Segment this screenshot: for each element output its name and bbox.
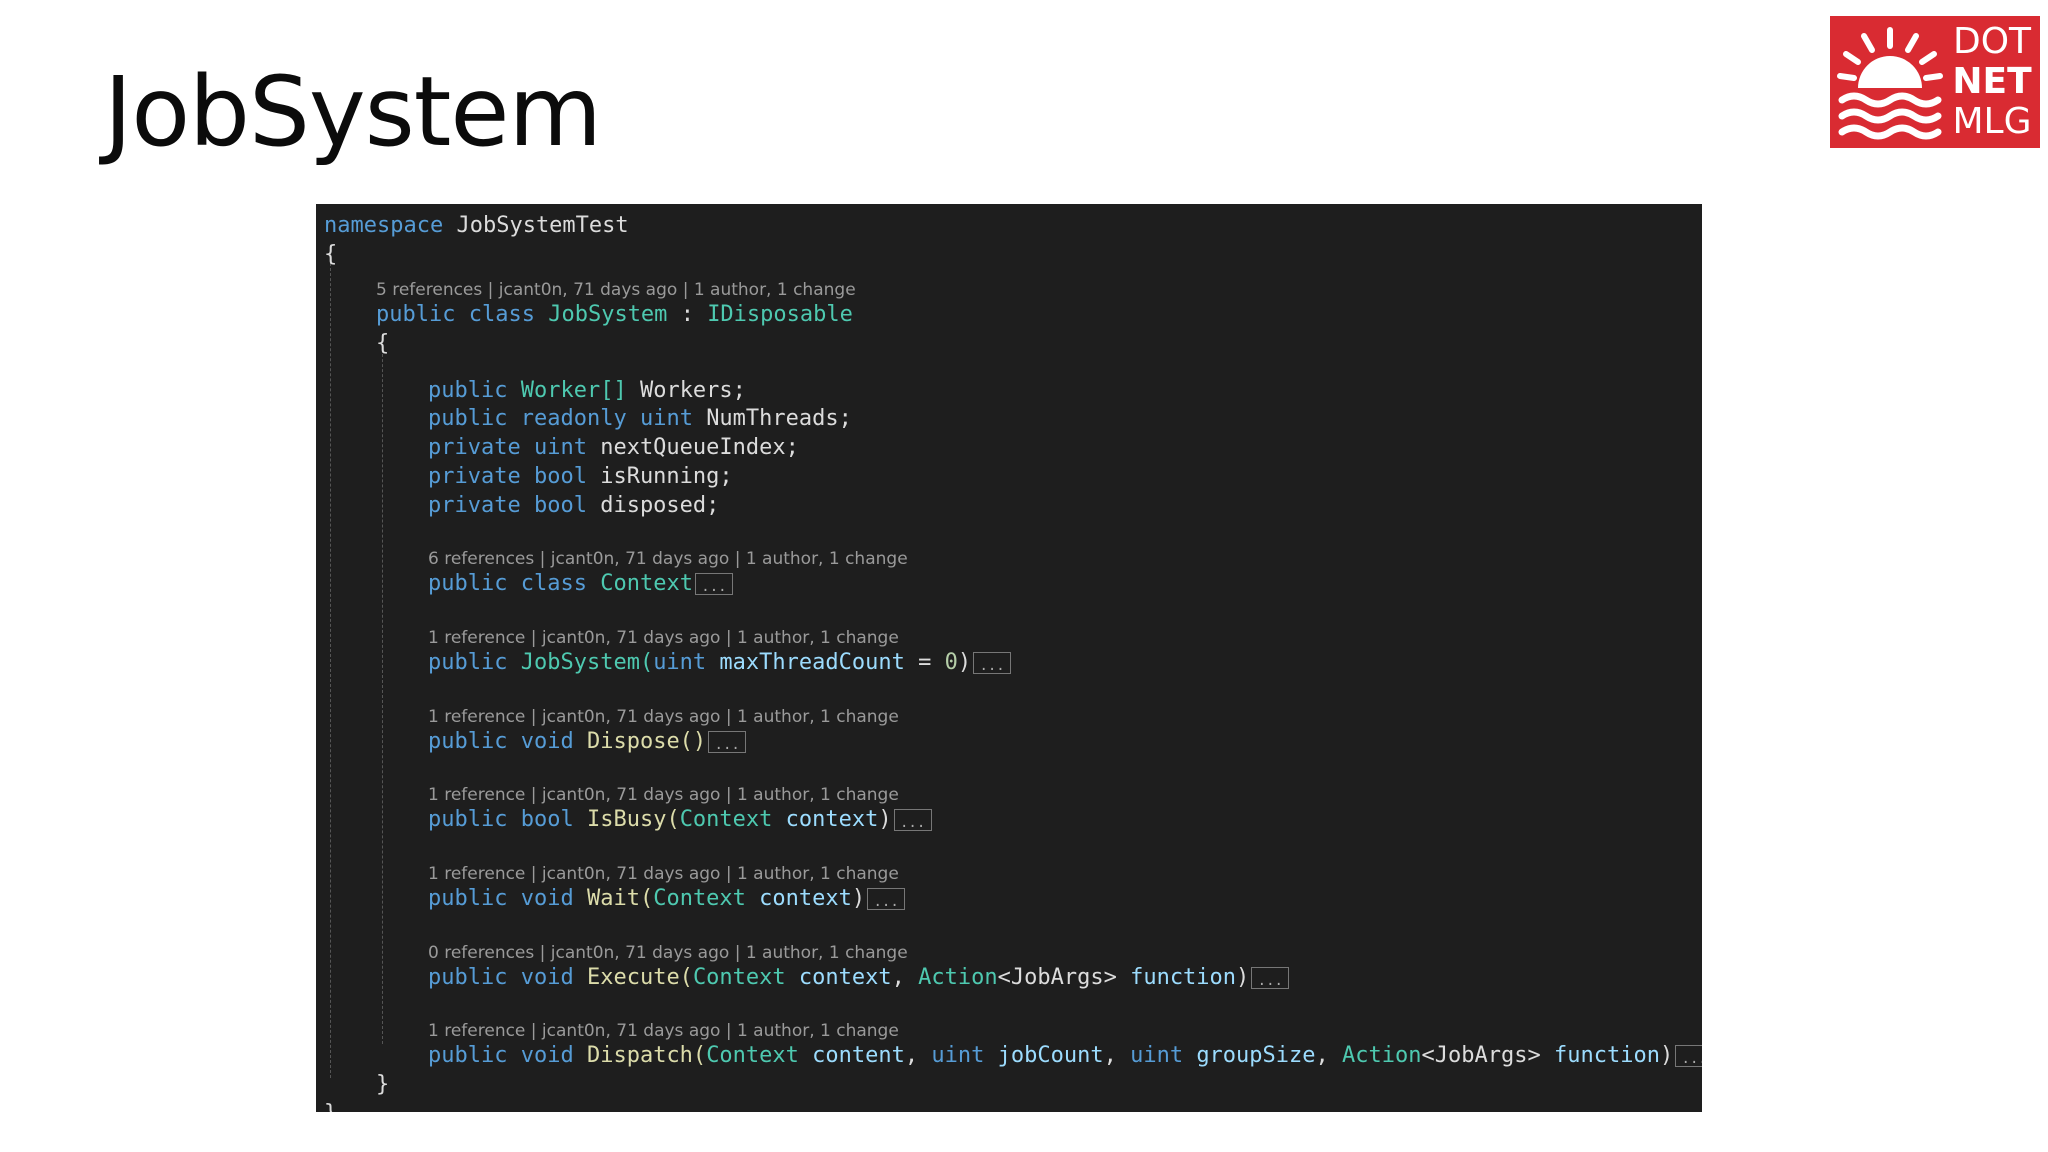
code-line-isbusy: public bool IsBusy(Context context)... [324, 806, 1702, 835]
code-line-constructor: public JobSystem(uint maxThreadCount = 0… [324, 649, 1702, 678]
code-line-namespace: namespace JobSystemTest [324, 213, 629, 238]
sun-waves-icon [1837, 27, 1943, 140]
code-line-field: public readonly uint NumThreads; [428, 406, 852, 432]
codelens-class[interactable]: 5 references | jcant0n, 71 days ago | 1 … [324, 279, 1702, 301]
code-line-dispose: public void Dispose()... [324, 728, 1702, 757]
code-line-execute: public void Execute(Context context, Act… [324, 964, 1702, 993]
code-body[interactable]: namespace JobSystemTest { 5 references |… [324, 212, 1702, 1112]
code-line-dispatch: public void Dispatch(Context content, ui… [324, 1042, 1702, 1071]
code-line-class-decl: public class JobSystem : IDisposable [376, 302, 853, 328]
code-line-class-open-brace: { [376, 331, 390, 357]
codelens-execute[interactable]: 0 references | jcant0n, 71 days ago | 1 … [324, 942, 1702, 964]
codelens-context[interactable]: 6 references | jcant0n, 71 days ago | 1 … [324, 548, 1702, 570]
code-editor[interactable]: namespace JobSystemTest { 5 references |… [316, 204, 1702, 1112]
codelens-dispatch[interactable]: 1 reference | jcant0n, 71 days ago | 1 a… [324, 1020, 1702, 1042]
code-line-open-brace: { [324, 241, 338, 267]
code-line-context-class: public class Context... [324, 570, 1702, 599]
slide-title: JobSystem [104, 56, 602, 168]
fold-marker-button[interactable]: ... [867, 887, 906, 910]
code-line-class-close-brace: } [376, 1072, 390, 1097]
code-line-wait: public void Wait(Context context)... [324, 885, 1702, 914]
logo-dot-text: DOT [1952, 21, 2032, 62]
logo-net-text: NET [1952, 61, 2032, 102]
dotnet-mlg-logo: DOT NET MLG [1830, 16, 2040, 148]
fold-marker-button[interactable]: ... [1675, 1045, 1702, 1068]
codelens-constructor[interactable]: 1 reference | jcant0n, 71 days ago | 1 a… [324, 627, 1702, 649]
codelens-dispose[interactable]: 1 reference | jcant0n, 71 days ago | 1 a… [324, 706, 1702, 728]
fold-marker-button[interactable]: ... [893, 809, 932, 832]
code-line-namespace-close-brace: } [324, 1100, 1702, 1112]
codelens-isbusy[interactable]: 1 reference | jcant0n, 71 days ago | 1 a… [324, 784, 1702, 806]
logo-mlg-text: MLG [1952, 101, 2032, 142]
code-line-field: private bool disposed; [428, 492, 720, 518]
fold-marker-button[interactable]: ... [973, 651, 1012, 674]
code-line-field: private bool isRunning; [428, 463, 733, 489]
code-line-field: private uint nextQueueIndex; [428, 435, 799, 461]
fold-marker-button[interactable]: ... [1251, 966, 1290, 989]
code-line-field: public Worker[] Workers; [428, 377, 746, 403]
codelens-wait[interactable]: 1 reference | jcant0n, 71 days ago | 1 a… [324, 863, 1702, 885]
fold-marker-button[interactable]: ... [708, 730, 747, 753]
fold-marker-button[interactable]: ... [694, 573, 733, 596]
